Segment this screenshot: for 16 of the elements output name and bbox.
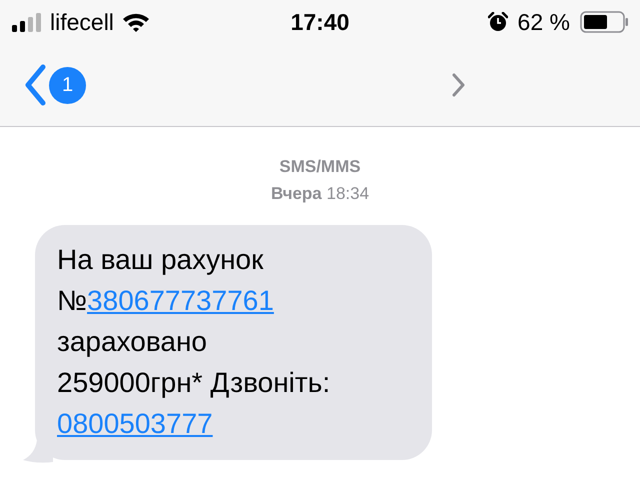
chevron-left-icon: [24, 64, 46, 106]
battery-icon: [580, 11, 628, 33]
battery-percentage: 62 %: [518, 8, 570, 36]
status-time: 17:40: [290, 8, 350, 36]
service-label: SMS/MMS: [279, 156, 361, 178]
wifi-icon: [122, 12, 150, 32]
signal-icon: [12, 12, 42, 32]
phone-number-link[interactable]: 0800503777: [57, 408, 213, 439]
message-bubble: На ваш рахунок №380677737761 зараховано 259000грн* Дзвоніть: 0800503777: [35, 225, 432, 460]
phone-number-link[interactable]: 380677737761: [87, 285, 274, 316]
back-button[interactable]: 1: [24, 64, 86, 106]
chevron-right-icon[interactable]: [452, 73, 466, 97]
unread-count-badge: 1: [49, 66, 86, 104]
message-timestamp: Вчера 18:34: [270, 183, 370, 205]
carrier-name: lifecell: [50, 8, 114, 36]
alarm-clock-icon: [488, 12, 508, 32]
